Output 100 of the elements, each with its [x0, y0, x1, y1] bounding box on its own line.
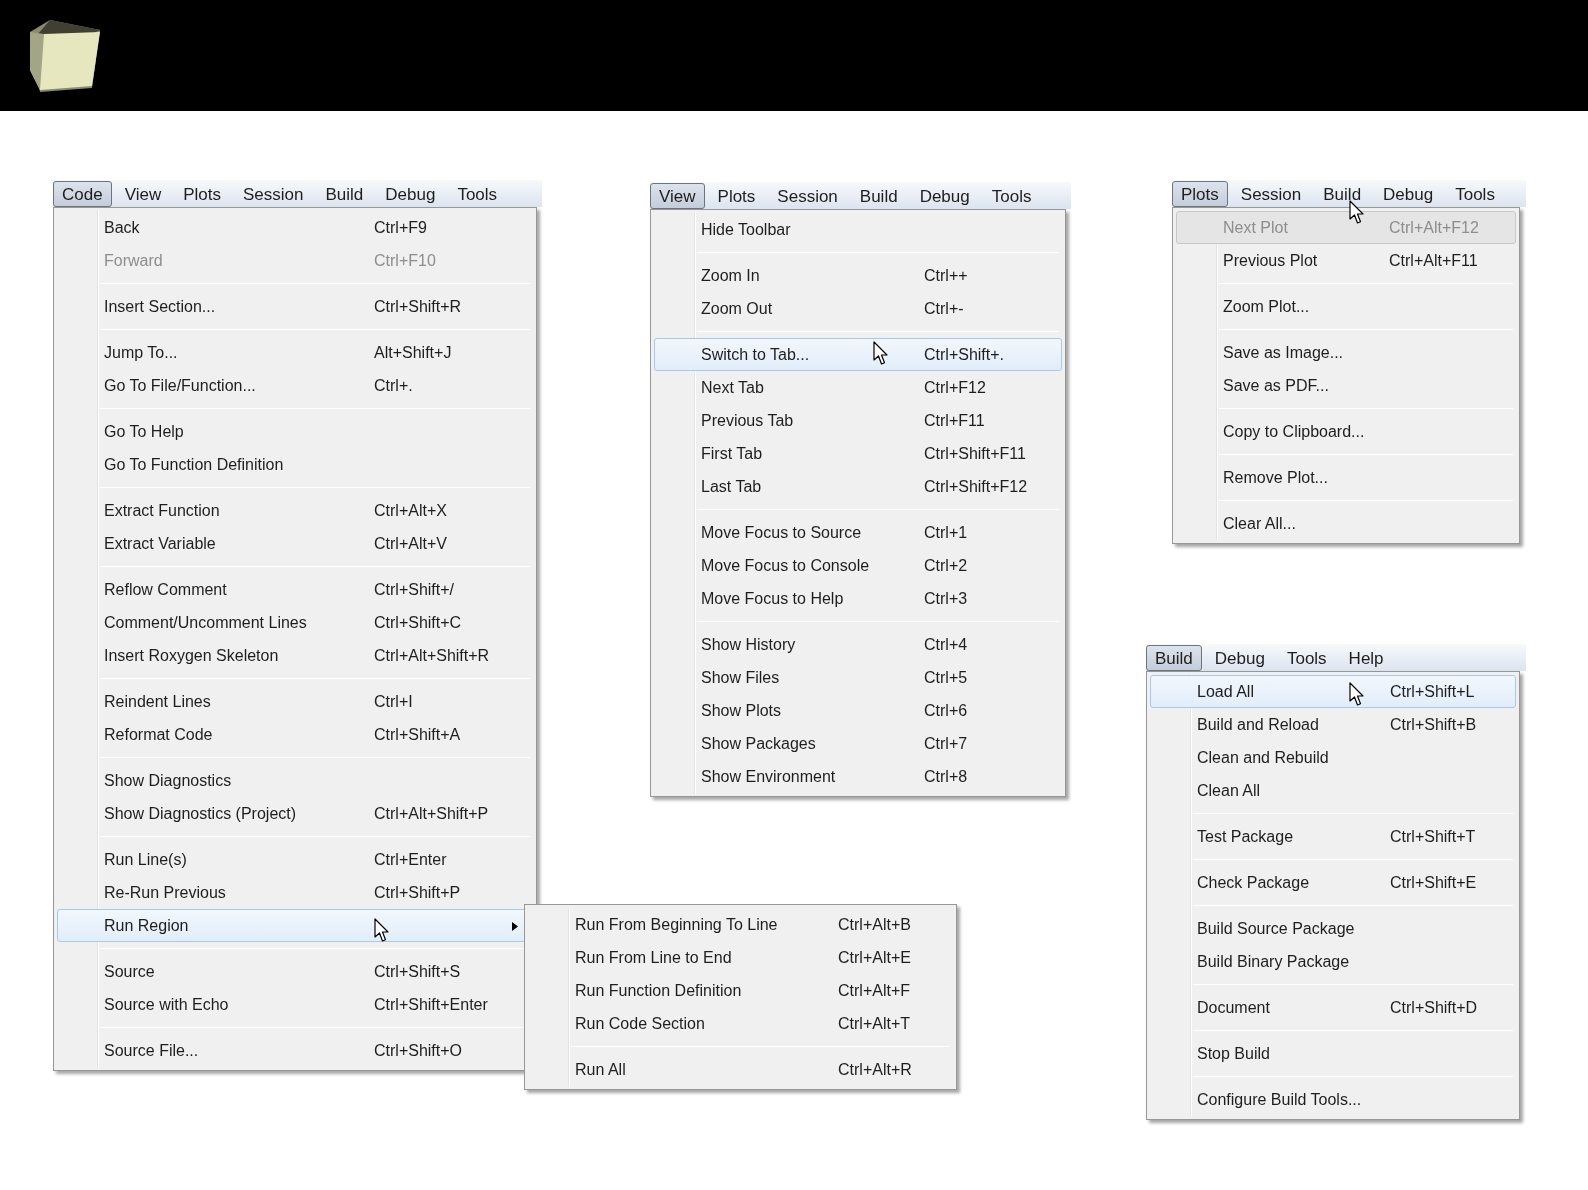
mouse-pointer-icon: [1349, 682, 1365, 707]
menu-item[interactable]: Run Function Definition Ctrl+Alt+F: [528, 974, 953, 1007]
menubar-item[interactable]: Build: [850, 182, 907, 209]
menu-item[interactable]: Zoom Out Ctrl+-: [654, 292, 1062, 325]
menubar-item[interactable]: Debug: [1374, 180, 1443, 207]
menu-item[interactable]: Test Package Ctrl+Shift+T: [1150, 820, 1516, 853]
menu-item[interactable]: Show Files Ctrl+5: [654, 661, 1062, 694]
menu-item[interactable]: Clear All...: [1176, 507, 1516, 540]
keyboard-shortcut: Ctrl+Alt+X: [374, 500, 447, 521]
menu-item[interactable]: Configure Build Tools...: [1150, 1083, 1516, 1116]
menubar-item[interactable]: Build: [316, 180, 373, 207]
keyboard-shortcut: Ctrl+6: [924, 700, 968, 721]
keyboard-shortcut: Ctrl+Shift+S: [374, 961, 461, 982]
menu-item[interactable]: Back Ctrl+F9: [57, 211, 533, 244]
menu-item[interactable]: Document Ctrl+Shift+D: [1150, 991, 1516, 1024]
menu-item[interactable]: Go To Function Definition: [57, 448, 533, 481]
menubar-item[interactable]: View: [115, 180, 171, 207]
menu-item[interactable]: Last Tab Ctrl+Shift+F12: [654, 470, 1062, 503]
menu-item[interactable]: Go To Help: [57, 415, 533, 448]
menu-item[interactable]: Move Focus to Console Ctrl+2: [654, 549, 1062, 582]
menu-item[interactable]: Stop Build: [1150, 1037, 1516, 1070]
keyboard-shortcut: Ctrl+.: [374, 375, 413, 396]
menu-item[interactable]: Show Plots Ctrl+6: [654, 694, 1062, 727]
menubar-item[interactable]: Code: [53, 180, 112, 207]
menu-item[interactable]: Run Code Section Ctrl+Alt+T: [528, 1007, 953, 1040]
menu-item[interactable]: Hide Toolbar: [654, 213, 1062, 246]
menu-item[interactable]: Run All Ctrl+Alt+R: [528, 1053, 953, 1086]
menubar-item[interactable]: Tools: [1446, 180, 1504, 207]
menubar-item[interactable]: Build: [1314, 180, 1371, 207]
menu-item[interactable]: First Tab Ctrl+Shift+F11: [654, 437, 1062, 470]
menubar-item[interactable]: Build: [1146, 644, 1202, 671]
keyboard-shortcut: Ctrl+5: [924, 667, 968, 688]
menubar-item[interactable]: Debug: [1205, 644, 1274, 671]
menu-item[interactable]: Re-Run Previous Ctrl+Shift+P: [57, 876, 533, 909]
keyboard-shortcut: Ctrl+Alt+V: [374, 533, 447, 554]
menubar-item[interactable]: Plots: [708, 182, 765, 209]
menu-item[interactable]: Previous Plot Ctrl+Alt+F11: [1176, 244, 1516, 277]
menu-item[interactable]: Reflow Comment Ctrl+Shift+/: [57, 573, 533, 606]
menubar-item[interactable]: Tools: [1277, 644, 1336, 671]
menu-item[interactable]: Show Environment Ctrl+8: [654, 760, 1062, 793]
menu-item[interactable]: Switch to Tab... Ctrl+Shift+.: [654, 338, 1062, 371]
menu-item[interactable]: Copy to Clipboard...: [1176, 415, 1516, 448]
menu-item[interactable]: Jump To... Alt+Shift+J: [57, 336, 533, 369]
keyboard-shortcut: Alt+Shift+J: [374, 342, 452, 363]
keyboard-shortcut: Ctrl+8: [924, 766, 968, 787]
menu-item[interactable]: Run Line(s) Ctrl+Enter: [57, 843, 533, 876]
menu-item[interactable]: Show Packages Ctrl+7: [654, 727, 1062, 760]
menu-item[interactable]: Clean and Rebuild: [1150, 741, 1516, 774]
menu-item[interactable]: Next Tab Ctrl+F12: [654, 371, 1062, 404]
menu-item[interactable]: Build Binary Package: [1150, 945, 1516, 978]
submenu-arrow-icon: [512, 922, 518, 931]
menubar-item[interactable]: Plots: [1172, 180, 1228, 207]
menu-item[interactable]: Move Focus to Help Ctrl+3: [654, 582, 1062, 615]
menubar-item[interactable]: Debug: [910, 182, 979, 209]
menu-item[interactable]: Run From Line to End Ctrl+Alt+E: [528, 941, 953, 974]
menu-item[interactable]: Reindent Lines Ctrl+I: [57, 685, 533, 718]
menu-item[interactable]: Reformat Code Ctrl+Shift+A: [57, 718, 533, 751]
menu-item[interactable]: Build and Reload Ctrl+Shift+B: [1150, 708, 1516, 741]
menu-item[interactable]: Insert Section... Ctrl+Shift+R: [57, 290, 533, 323]
menubar-item[interactable]: Session: [234, 180, 313, 207]
keyboard-shortcut: Ctrl+1: [924, 522, 968, 543]
menubar-item[interactable]: Tools: [448, 180, 507, 207]
menu-item[interactable]: Move Focus to Source Ctrl+1: [654, 516, 1062, 549]
menu-item[interactable]: Previous Tab Ctrl+F11: [654, 404, 1062, 437]
keyboard-shortcut: Ctrl+Alt+Shift+R: [374, 645, 490, 666]
menu-item[interactable]: Comment/Uncomment Lines Ctrl+Shift+C: [57, 606, 533, 639]
keyboard-shortcut: Ctrl+Shift+T: [1390, 826, 1476, 847]
keyboard-shortcut: Ctrl+Shift+D: [1390, 997, 1478, 1018]
menubar-item[interactable]: Session: [1231, 180, 1311, 207]
menu-item[interactable]: Extract Variable Ctrl+Alt+V: [57, 527, 533, 560]
menubar-item[interactable]: Plots: [174, 180, 230, 207]
keyboard-shortcut: Ctrl+I: [374, 691, 413, 712]
menubar-item[interactable]: Debug: [376, 180, 445, 207]
menubar-item[interactable]: Tools: [982, 182, 1041, 209]
menubar-item[interactable]: View: [650, 182, 705, 209]
keyboard-shortcut: Ctrl+-: [924, 298, 964, 319]
menu-item[interactable]: Save as Image...: [1176, 336, 1516, 369]
menu-item[interactable]: Check Package Ctrl+Shift+E: [1150, 866, 1516, 899]
menu-item[interactable]: Show Diagnostics (Project) Ctrl+Alt+Shift+P: [57, 797, 533, 830]
keyboard-shortcut: Ctrl+F9: [374, 217, 427, 238]
keyboard-shortcut: Ctrl+Alt+F11: [1389, 250, 1478, 271]
menubar-item[interactable]: Session: [768, 182, 847, 209]
keyboard-shortcut: Ctrl+Alt+F: [838, 980, 910, 1001]
menu-item[interactable]: Zoom Plot...: [1176, 290, 1516, 323]
menu-item[interactable]: Zoom In Ctrl++: [654, 259, 1062, 292]
menu-item[interactable]: Remove Plot...: [1176, 461, 1516, 494]
menu-item[interactable]: Extract Function Ctrl+Alt+X: [57, 494, 533, 527]
menu-item[interactable]: Go To File/Function... Ctrl+.: [57, 369, 533, 402]
menubar-item[interactable]: Help: [1339, 644, 1393, 671]
keyboard-shortcut: Ctrl+Shift+R: [374, 296, 462, 317]
menu-item[interactable]: Load All Ctrl+Shift+L: [1150, 675, 1516, 708]
keyboard-shortcut: Ctrl+Shift+Enter: [374, 994, 488, 1015]
menu-item[interactable]: Show History Ctrl+4: [654, 628, 1062, 661]
keyboard-shortcut: Ctrl+7: [924, 733, 968, 754]
menu-item[interactable]: Show Diagnostics: [57, 764, 533, 797]
menu-item[interactable]: Insert Roxygen Skeleton Ctrl+Alt+Shift+R: [57, 639, 533, 672]
keyboard-shortcut: Ctrl+Shift+.: [924, 344, 1005, 365]
menu-item[interactable]: Save as PDF...: [1176, 369, 1516, 402]
menu-item[interactable]: Clean All: [1150, 774, 1516, 807]
menu-item[interactable]: Build Source Package: [1150, 912, 1516, 945]
